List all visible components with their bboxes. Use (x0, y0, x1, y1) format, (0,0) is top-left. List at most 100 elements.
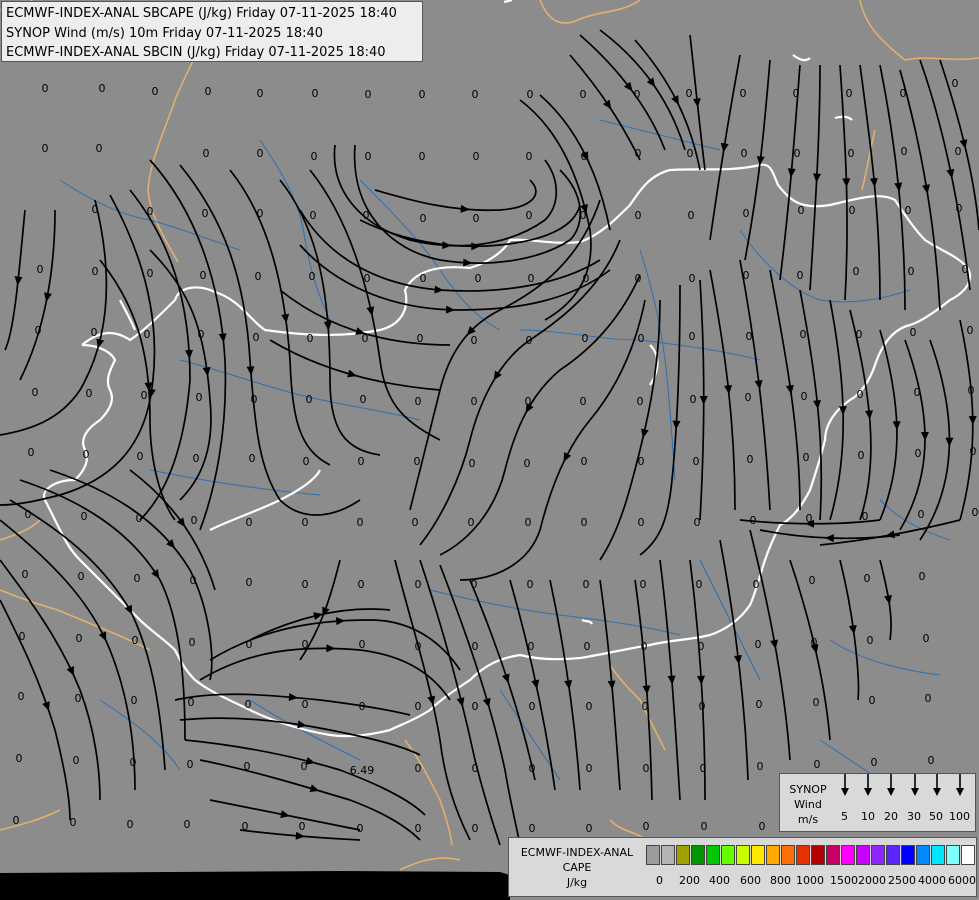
station-value: 0 (755, 638, 762, 651)
station-value: 0 (806, 512, 813, 525)
cape-color-swatch (751, 845, 765, 865)
cape-legend-line-3: J/kg (566, 876, 588, 889)
station-value: 0 (419, 150, 426, 163)
station-value: 0 (365, 88, 372, 101)
station-value: 0 (527, 578, 534, 591)
station-value: 0 (635, 272, 642, 285)
station-value: 0 (848, 147, 855, 160)
station-value: 0 (955, 145, 962, 158)
station-value: 0 (420, 272, 427, 285)
cape-color-swatch (946, 845, 960, 865)
cape-tick: 2000 (858, 874, 886, 887)
streamline-arrowhead (456, 697, 465, 707)
station-value: 0 (745, 391, 752, 404)
station-value: 0 (871, 756, 878, 769)
wind-arrow-50-icon (933, 774, 941, 796)
cape-color-swatch (826, 845, 840, 865)
station-value: 0 (244, 760, 251, 773)
station-value: 0 (970, 445, 977, 458)
station-value: 0 (756, 698, 763, 711)
streamline-arrowhead (434, 285, 444, 294)
station-value-special: 6.49 (350, 764, 375, 777)
station-value: 0 (908, 265, 915, 278)
cape-color-swatch (736, 845, 750, 865)
streamline-arrowhead (246, 366, 255, 376)
station-value: 0 (849, 204, 856, 217)
station-value: 0 (581, 150, 588, 163)
station-value: 0 (689, 272, 696, 285)
cape-color-swatch (766, 845, 780, 865)
station-value: 0 (857, 388, 864, 401)
station-value: 0 (415, 578, 422, 591)
station-value: 0 (471, 334, 478, 347)
station-value: 0 (635, 147, 642, 160)
streamline-arrowhead (672, 420, 681, 430)
station-value: 0 (188, 696, 195, 709)
station-value: 0 (643, 762, 650, 775)
station-value: 0 (472, 822, 479, 835)
station-value: 0 (203, 147, 210, 160)
map-canvas: 0 0 0 0 0 0 0 0 0 0 0 0 0 0 0 0 0 0 0 0 0 0 0 0 0 0 0 0 0 0 0 0 0 0 0 0 0 0 0 0… (0, 0, 979, 900)
station-value: 0 (750, 514, 757, 527)
title-sbcape: ECMWF-INDEX-ANAL SBCAPE (J/kg) Friday 07… (6, 6, 397, 21)
station-value: 0 (412, 516, 419, 529)
station-value: 0 (193, 452, 200, 465)
streamline-arrowhead (295, 831, 305, 840)
cape-tick: 6000 (948, 874, 976, 887)
station-value: 0 (701, 820, 708, 833)
cape-color-swatch (781, 845, 795, 865)
cape-tick: 400 (709, 874, 730, 887)
streamline-arrowhead (892, 421, 901, 431)
station-value: 0 (37, 263, 44, 276)
station-value: 0 (127, 818, 134, 831)
station-value: 0 (473, 150, 480, 163)
station-value: 0 (310, 209, 317, 222)
station-value: 0 (740, 87, 747, 100)
station-value: 0 (136, 512, 143, 525)
station-value: 0 (972, 506, 979, 519)
station-value: 0 (130, 756, 137, 769)
station-value: 0 (968, 384, 975, 397)
weather-map: 0 0 0 0 0 0 0 0 0 0 0 0 0 0 0 0 0 0 0 0 0 0 0 0 0 0 0 0 0 0 0 0 0 0 0 0 0 0 0 0… (0, 0, 979, 900)
streamline-arrowhead (642, 685, 651, 695)
station-value: 0 (472, 88, 479, 101)
station-value: 0 (696, 578, 703, 591)
station-value: 0 (83, 448, 90, 461)
synop-speed-label: 30 (907, 810, 921, 823)
streamline-arrowhead (869, 177, 878, 188)
station-value: 0 (417, 332, 424, 345)
station-value: 0 (81, 510, 88, 523)
streamline-arrowhead (945, 437, 954, 447)
station-value: 0 (246, 516, 253, 529)
station-value: 0 (303, 455, 310, 468)
station-value: 0 (528, 272, 535, 285)
cape-color-swatch (646, 845, 660, 865)
streamline-arrowhead (482, 697, 491, 708)
station-value: 0 (360, 393, 367, 406)
streamline-arrowhead (501, 673, 510, 684)
streamline-arrowhead (667, 675, 676, 685)
station-value: 0 (741, 147, 748, 160)
title-sbcin: ECMWF-INDEX-ANAL SBCIN (J/kg) Friday 07-… (6, 45, 386, 60)
station-value: 0 (583, 578, 590, 591)
station-value: 0 (864, 572, 871, 585)
station-value: 0 (689, 330, 696, 343)
station-value: 0 (359, 638, 366, 651)
station-value: 0 (469, 457, 476, 470)
station-value: 0 (690, 393, 697, 406)
regional-borders (0, 0, 979, 871)
station-value: 0 (86, 387, 93, 400)
cape-legend-label: ECMWF-INDEX-ANAL CAPE J/kg (513, 845, 641, 890)
synop-legend-line-3: m/s (797, 813, 819, 826)
station-value: 0 (952, 77, 959, 90)
station-value: 0 (472, 640, 479, 653)
station-value: 0 (32, 386, 39, 399)
station-value: 0 (743, 207, 750, 220)
cape-legend-line-1: ECMWF-INDEX-ANAL (520, 846, 634, 859)
streamline-arrowhead (920, 431, 929, 441)
station-value: 0 (358, 578, 365, 591)
station-value: 0 (637, 395, 644, 408)
station-value: 0 (42, 142, 49, 155)
station-value: 0 (147, 267, 154, 280)
station-value: 0 (813, 696, 820, 709)
